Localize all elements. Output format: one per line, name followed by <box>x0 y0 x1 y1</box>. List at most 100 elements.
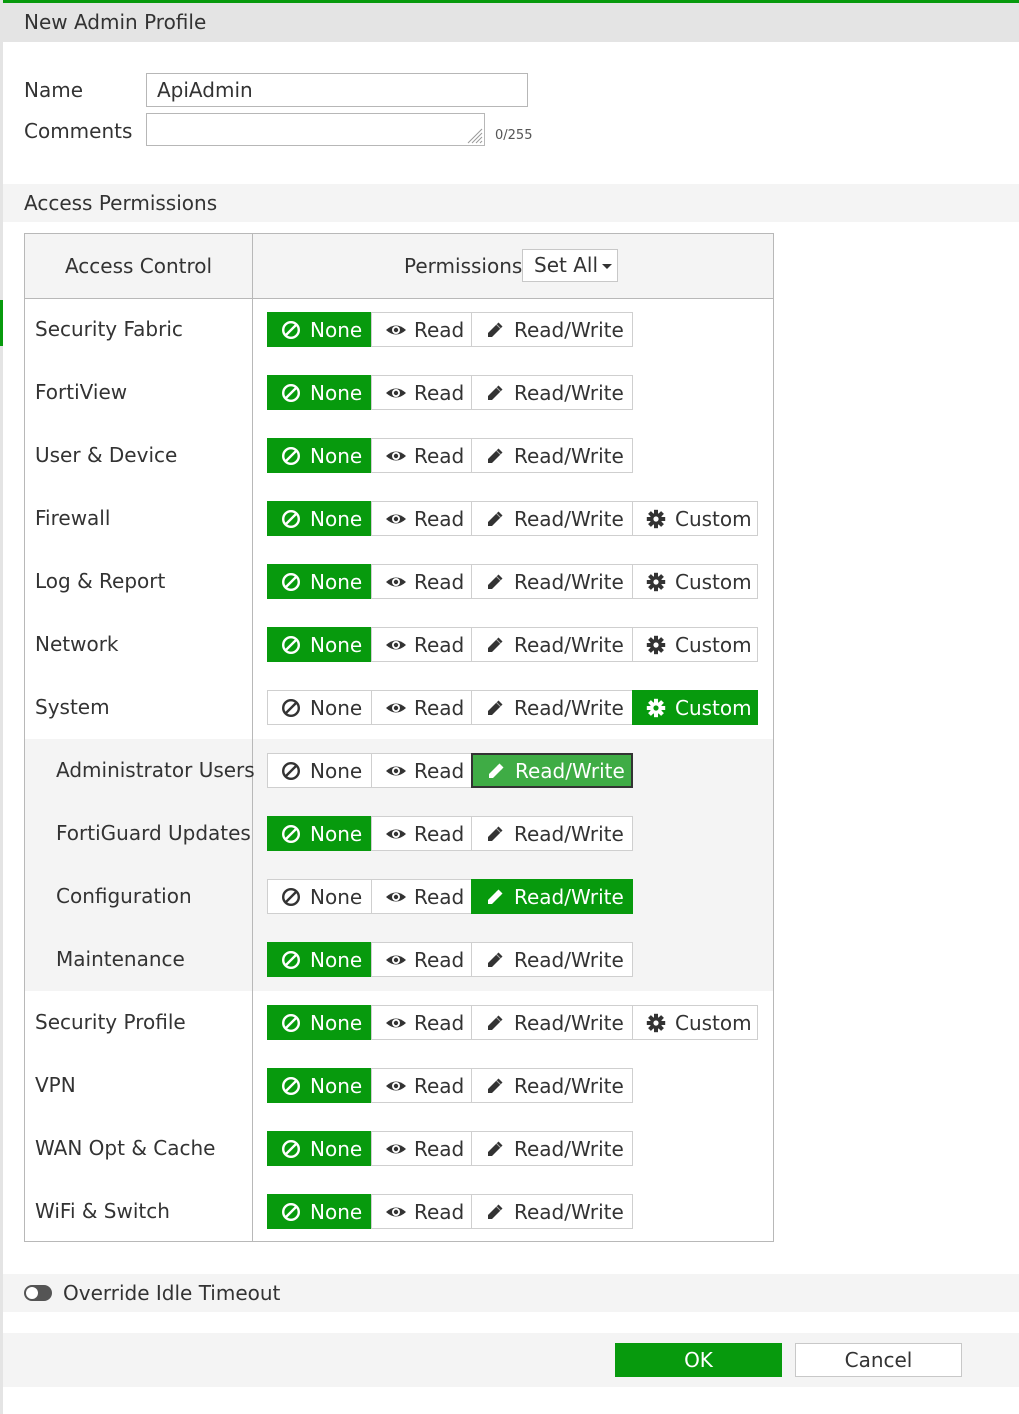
option-readwrite-button[interactable]: Read/Write <box>471 438 633 473</box>
table-header: Access Control Permissions Set All <box>25 234 773 299</box>
option-label: Custom <box>675 632 752 657</box>
option-label: Read <box>414 947 465 972</box>
option-read-button[interactable]: Read <box>371 1194 472 1229</box>
option-label: None <box>310 443 363 468</box>
option-readwrite-button[interactable]: Read/Write <box>471 627 633 662</box>
option-read-button[interactable]: Read <box>371 690 472 725</box>
ban-icon <box>281 887 301 907</box>
permission-row-label: System <box>35 695 110 719</box>
eye-icon <box>385 824 406 844</box>
option-label: None <box>310 506 363 531</box>
option-readwrite-button[interactable]: Read/Write <box>471 1005 633 1040</box>
option-label: Read/Write <box>514 947 624 972</box>
name-label: Name <box>24 78 84 102</box>
option-readwrite-button[interactable]: Read/Write <box>471 375 633 410</box>
comments-char-count: 0/255 <box>495 128 533 143</box>
permission-row-maintenance: Maintenance None Read Read/Write <box>25 928 773 991</box>
option-read-button[interactable]: Read <box>371 564 472 599</box>
option-read-button[interactable]: Read <box>371 438 472 473</box>
name-input[interactable] <box>146 73 528 107</box>
option-readwrite-button[interactable]: Read/Write <box>471 753 633 788</box>
gear-icon <box>646 635 666 655</box>
option-none-button[interactable]: None <box>267 501 372 536</box>
option-readwrite-button[interactable]: Read/Write <box>471 879 633 914</box>
option-none-button[interactable]: None <box>267 1194 372 1229</box>
option-label: Read/Write <box>514 695 624 720</box>
pencil-icon <box>485 1139 505 1159</box>
permission-row-user-and-device: User & Device None Read Read/Write <box>25 424 773 487</box>
option-none-button[interactable]: None <box>267 438 372 473</box>
option-readwrite-button[interactable]: Read/Write <box>471 816 633 851</box>
override-idle-timeout-toggle[interactable] <box>24 1285 52 1301</box>
ban-icon <box>281 383 301 403</box>
option-readwrite-button[interactable]: Read/Write <box>471 1068 633 1103</box>
permission-row-administrator-users: Administrator Users None Read Read/Write <box>25 739 773 802</box>
ban-icon <box>281 1013 301 1033</box>
option-readwrite-button[interactable]: Read/Write <box>471 564 633 599</box>
option-read-button[interactable]: Read <box>371 1068 472 1103</box>
pencil-icon <box>485 572 505 592</box>
option-read-button[interactable]: Read <box>371 1131 472 1166</box>
option-read-button[interactable]: Read <box>371 942 472 977</box>
option-custom-button[interactable]: Custom <box>632 501 758 536</box>
option-none-button[interactable]: None <box>267 627 372 662</box>
option-none-button[interactable]: None <box>267 312 372 347</box>
eye-icon <box>385 1076 406 1096</box>
set-all-dropdown[interactable]: Set All <box>522 249 618 282</box>
option-none-button[interactable]: None <box>267 753 372 788</box>
gear-icon <box>646 1013 666 1033</box>
option-readwrite-button[interactable]: Read/Write <box>471 1194 633 1229</box>
option-read-button[interactable]: Read <box>371 312 472 347</box>
ok-button[interactable]: OK <box>615 1343 782 1377</box>
option-none-button[interactable]: None <box>267 564 372 599</box>
pencil-icon <box>485 824 505 844</box>
pencil-icon <box>485 383 505 403</box>
permission-options-group: None Read Read/Write <box>267 312 633 347</box>
option-label: Read <box>414 569 465 594</box>
option-custom-button[interactable]: Custom <box>632 1005 758 1040</box>
pencil-icon <box>485 446 505 466</box>
option-readwrite-button[interactable]: Read/Write <box>471 501 633 536</box>
ban-icon <box>281 761 301 781</box>
option-label: None <box>310 317 363 342</box>
cancel-button[interactable]: Cancel <box>795 1343 962 1377</box>
option-none-button[interactable]: None <box>267 690 372 725</box>
access-control-header: Access Control <box>64 254 213 278</box>
option-read-button[interactable]: Read <box>371 816 472 851</box>
option-read-button[interactable]: Read <box>371 753 472 788</box>
option-readwrite-button[interactable]: Read/Write <box>471 312 633 347</box>
option-readwrite-button[interactable]: Read/Write <box>471 942 633 977</box>
option-label: None <box>310 380 363 405</box>
permission-options-group: None Read Read/Write Custom <box>267 501 758 536</box>
option-read-button[interactable]: Read <box>371 879 472 914</box>
option-label: Read/Write <box>514 1073 624 1098</box>
option-none-button[interactable]: None <box>267 816 372 851</box>
option-none-button[interactable]: None <box>267 1068 372 1103</box>
option-read-button[interactable]: Read <box>371 627 472 662</box>
option-label: Read/Write <box>514 380 624 405</box>
option-read-button[interactable]: Read <box>371 501 472 536</box>
option-read-button[interactable]: Read <box>371 1005 472 1040</box>
option-none-button[interactable]: None <box>267 375 372 410</box>
option-custom-button[interactable]: Custom <box>632 627 758 662</box>
option-label: Read/Write <box>514 1010 624 1035</box>
resize-handle-icon[interactable] <box>465 126 483 144</box>
option-none-button[interactable]: None <box>267 1131 372 1166</box>
option-none-button[interactable]: None <box>267 942 372 977</box>
comments-label: Comments <box>24 119 133 143</box>
option-none-button[interactable]: None <box>267 879 372 914</box>
access-permissions-heading: Access Permissions <box>3 184 1019 222</box>
ban-icon <box>281 1202 301 1222</box>
option-custom-button[interactable]: Custom <box>632 690 758 725</box>
option-custom-button[interactable]: Custom <box>632 564 758 599</box>
eye-icon <box>385 320 406 340</box>
permissions-header: Permissions <box>404 254 523 278</box>
option-none-button[interactable]: None <box>267 1005 372 1040</box>
comments-textarea[interactable] <box>146 113 485 146</box>
option-readwrite-button[interactable]: Read/Write <box>471 1131 633 1166</box>
option-readwrite-button[interactable]: Read/Write <box>471 690 633 725</box>
option-read-button[interactable]: Read <box>371 375 472 410</box>
permission-options-group: None Read Read/Write <box>267 879 633 914</box>
pencil-icon <box>485 887 505 907</box>
left-accent-tick <box>0 300 3 346</box>
